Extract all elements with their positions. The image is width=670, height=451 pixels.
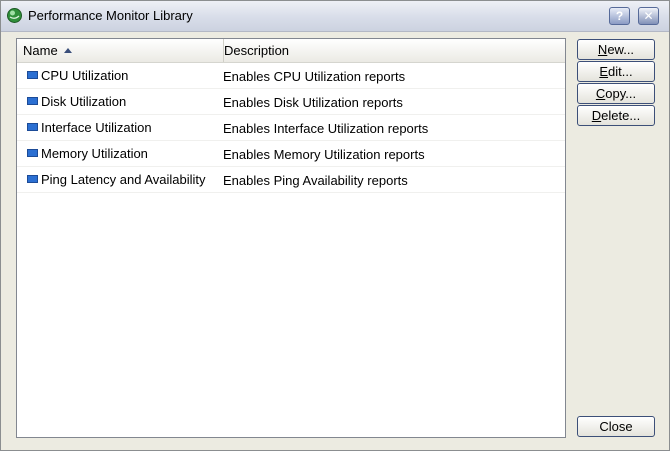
copy-button[interactable]: Copy... (577, 83, 655, 104)
window-title: Performance Monitor Library (28, 8, 193, 23)
edit-label: dit... (608, 64, 633, 79)
monitor-icon (27, 175, 38, 183)
list-item[interactable]: Memory Utilization Enables Memory Utiliz… (17, 141, 565, 167)
column-header-name-label: Name (23, 43, 58, 58)
list-header: Name Description (17, 39, 565, 63)
column-header-name[interactable]: Name (17, 39, 224, 62)
delete-accelerator: D (591, 108, 602, 123)
close-icon: ✕ (643, 9, 654, 23)
new-accelerator: N (597, 42, 608, 57)
item-description: Enables Ping Availability reports (223, 173, 408, 188)
item-name: Disk Utilization (41, 94, 127, 109)
help-button[interactable]: ? (609, 7, 630, 25)
list-item[interactable]: Disk Utilization Enables Disk Utilizatio… (17, 89, 565, 115)
title-bar[interactable]: Performance Monitor Library ? ✕ (1, 1, 669, 32)
list-item[interactable]: Ping Latency and Availability Enables Pi… (17, 167, 565, 193)
edit-button[interactable]: Edit... (577, 61, 655, 82)
app-globe-icon (7, 8, 22, 23)
list-item[interactable]: CPU Utilization Enables CPU Utilization … (17, 63, 565, 89)
item-name: Memory Utilization (41, 146, 148, 161)
close-button[interactable]: Close (577, 416, 655, 437)
delete-label: elete... (601, 108, 641, 123)
help-icon: ? (615, 9, 624, 23)
monitor-icon (27, 97, 38, 105)
sort-ascending-icon (63, 48, 72, 53)
item-description: Enables Disk Utilization reports (223, 95, 403, 110)
column-header-description[interactable]: Description (218, 39, 564, 62)
item-name: Interface Utilization (41, 120, 152, 135)
window-close-button[interactable]: ✕ (638, 7, 659, 25)
column-header-description-label: Description (224, 43, 290, 58)
copy-accelerator: C (595, 86, 606, 101)
monitor-icon (27, 123, 38, 131)
copy-label: opy... (605, 86, 637, 101)
performance-monitor-library-window: Performance Monitor Library ? ✕ Name Des… (0, 0, 670, 451)
item-description: Enables Memory Utilization reports (223, 147, 425, 162)
list-item[interactable]: Interface Utilization Enables Interface … (17, 115, 565, 141)
item-description: Enables Interface Utilization reports (223, 121, 429, 136)
monitor-icon (27, 149, 38, 157)
item-description: Enables CPU Utilization reports (223, 69, 406, 84)
new-button[interactable]: New... (577, 39, 655, 60)
monitor-list[interactable]: Name Description CPU Utilization Enables… (16, 38, 566, 438)
delete-button[interactable]: Delete... (577, 105, 655, 126)
item-name: Ping Latency and Availability (41, 172, 206, 187)
list-rows: CPU Utilization Enables CPU Utilization … (17, 63, 565, 193)
item-name: CPU Utilization (41, 68, 129, 83)
new-label: ew... (607, 42, 635, 57)
edit-accelerator: E (599, 64, 609, 79)
monitor-icon (27, 71, 38, 79)
